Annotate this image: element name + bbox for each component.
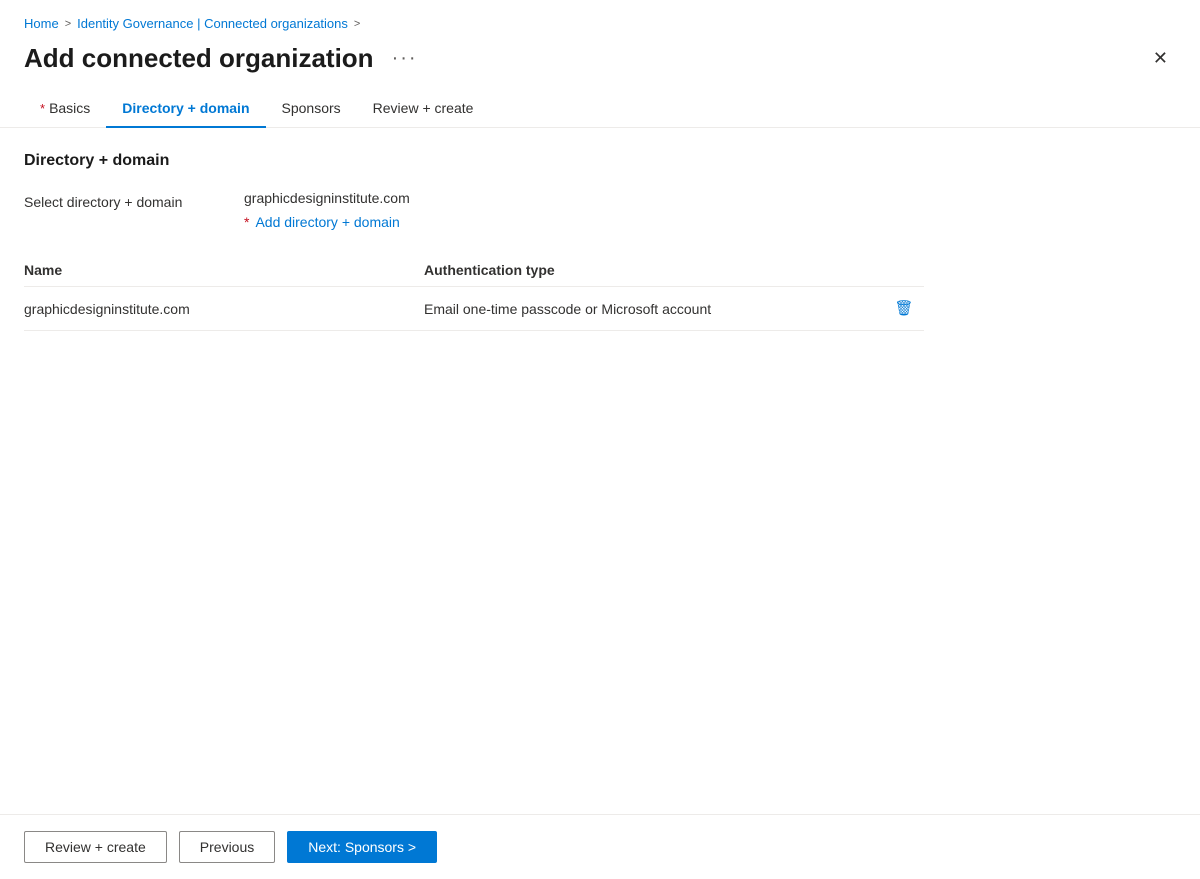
more-options-button[interactable]: ··· (386, 45, 424, 72)
tab-basics-asterisk: * (40, 101, 45, 116)
close-button[interactable]: ✕ (1145, 44, 1176, 73)
review-create-button[interactable]: Review + create (24, 831, 167, 863)
row-name: graphicdesigninstitute.com (24, 301, 424, 317)
main-content: Directory + domain Select directory + do… (0, 128, 1200, 355)
footer: Review + create Previous Next: Sponsors … (0, 814, 1200, 879)
tab-directory-domain[interactable]: Directory + domain (106, 90, 265, 128)
page-header-left: Add connected organization ··· (24, 43, 424, 74)
breadcrumb: Home > Identity Governance | Connected o… (0, 0, 1200, 39)
tab-sponsors[interactable]: Sponsors (266, 90, 357, 128)
row-auth: Email one-time passcode or Microsoft acc… (424, 301, 884, 317)
tab-basics-label: Basics (49, 100, 90, 116)
tab-basics[interactable]: * Basics (24, 90, 106, 128)
breadcrumb-sep-2: > (354, 18, 360, 30)
directory-table: Name Authentication type graphicdesignin… (24, 254, 924, 331)
delete-row-button[interactable] (888, 298, 919, 319)
page-header: Add connected organization ··· ✕ (0, 39, 1200, 90)
row-action (884, 299, 924, 318)
form-row-directory: Select directory + domain graphicdesigni… (24, 190, 1176, 230)
page-title: Add connected organization (24, 43, 374, 74)
breadcrumb-home[interactable]: Home (24, 16, 59, 31)
add-link-label: Add directory + domain (255, 214, 399, 230)
add-link-asterisk: * (244, 214, 249, 230)
next-button[interactable]: Next: Sponsors > (287, 831, 437, 863)
tab-review-create[interactable]: Review + create (357, 90, 490, 128)
tab-review-create-label: Review + create (373, 100, 474, 116)
tab-directory-domain-label: Directory + domain (122, 100, 249, 116)
tabs-container: * Basics Directory + domain Sponsors Rev… (0, 90, 1200, 128)
add-directory-link[interactable]: * Add directory + domain (244, 214, 410, 230)
col-header-action (884, 262, 924, 278)
col-header-name: Name (24, 262, 424, 278)
tab-sponsors-label: Sponsors (282, 100, 341, 116)
table-header: Name Authentication type (24, 254, 924, 287)
form-value-directory: graphicdesigninstitute.com (244, 190, 410, 206)
breadcrumb-governance[interactable]: Identity Governance | Connected organiza… (77, 16, 348, 31)
previous-button[interactable]: Previous (179, 831, 275, 863)
breadcrumb-sep-1: > (65, 18, 71, 30)
form-label-directory: Select directory + domain (24, 190, 244, 210)
table-row: graphicdesigninstitute.com Email one-tim… (24, 287, 924, 331)
section-title: Directory + domain (24, 152, 1176, 170)
form-value-col: graphicdesigninstitute.com * Add directo… (244, 190, 410, 230)
col-header-auth: Authentication type (424, 262, 884, 278)
